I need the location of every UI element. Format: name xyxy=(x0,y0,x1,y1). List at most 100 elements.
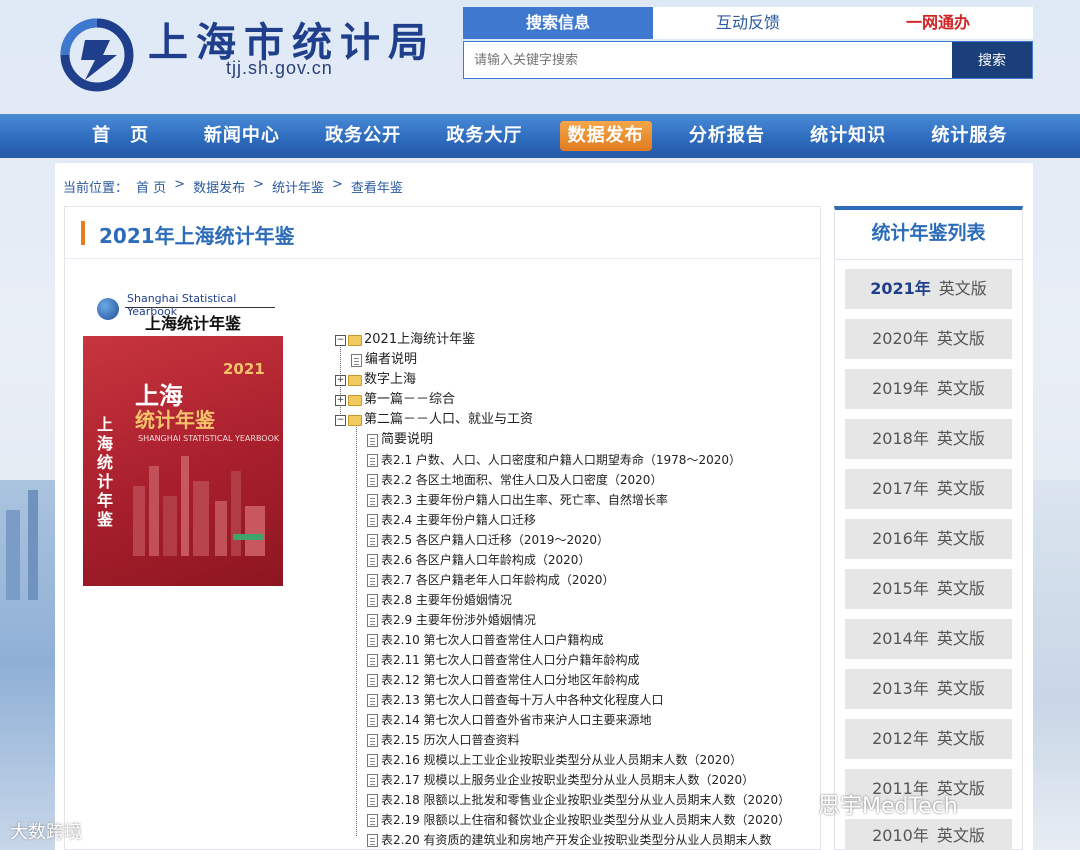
tab-one-network[interactable]: 一网通办 xyxy=(843,7,1033,39)
tree-item-label[interactable]: 表2.11 第七次人口普查常住人口分户籍年龄构成 xyxy=(381,650,640,670)
tree-root-label[interactable]: 2021上海统计年鉴 xyxy=(364,330,475,350)
tree-item[interactable]: 表2.19 限额以上住宿和餐饮业企业按职业类型分从业人员期末人数（2020） xyxy=(367,810,790,830)
tree-item[interactable]: 表2.1 户数、人口、人口密度和户籍人口期望寿命（1978～2020） xyxy=(367,450,741,470)
tree-root[interactable]: − 2021上海统计年鉴 xyxy=(335,330,475,350)
tree-item[interactable]: − 第二篇－－人口、就业与工资 xyxy=(335,410,533,430)
tree-item-label[interactable]: 表2.4 主要年份户籍人口迁移 xyxy=(381,510,536,530)
year-item-2010[interactable]: 2010年 英文版 xyxy=(845,819,1012,850)
nav-item-data-release[interactable]: 数据发布 xyxy=(545,114,666,158)
tab-search-info[interactable]: 搜索信息 xyxy=(463,7,653,39)
tree-item-label[interactable]: 表2.16 规模以上工业企业按职业类型分从业人员期末人数（2020） xyxy=(381,750,742,770)
nav-item-news[interactable]: 新闻中心 xyxy=(181,114,302,158)
tree-item-label[interactable]: 表2.12 第七次人口普查常住人口分地区年龄构成 xyxy=(381,670,640,690)
nav-item-service-hall[interactable]: 政务大厅 xyxy=(424,114,545,158)
tree-item[interactable]: 表2.7 各区户籍老年人口年龄构成（2020） xyxy=(367,570,614,590)
collapse-icon[interactable]: − xyxy=(335,414,346,426)
yearbook-cover-image[interactable]: 上海统计年鉴 2021 上海 统计年鉴 SHANGHAI STATISTICAL… xyxy=(83,336,283,586)
english-version-link[interactable]: 英文版 xyxy=(937,429,985,448)
year-label[interactable]: 2021年 xyxy=(870,279,931,298)
english-version-link[interactable]: 英文版 xyxy=(937,329,985,348)
expand-icon[interactable]: + xyxy=(335,374,346,386)
tree-item-label[interactable]: 简要说明 xyxy=(381,430,433,450)
expand-icon[interactable]: + xyxy=(335,394,346,406)
english-version-link[interactable]: 英文版 xyxy=(937,479,985,498)
nav-item-gov-affairs[interactable]: 政务公开 xyxy=(303,114,424,158)
tree-item-label[interactable]: 表2.15 历次人口普查资料 xyxy=(381,730,520,750)
tree-item[interactable]: + 第一篇－－综合 xyxy=(335,390,455,410)
english-version-link[interactable]: 英文版 xyxy=(937,826,985,845)
tree-item[interactable]: 简要说明 xyxy=(367,430,433,450)
nav-item-services[interactable]: 统计服务 xyxy=(909,114,1030,158)
tree-item-label[interactable]: 表2.9 主要年份涉外婚姻情况 xyxy=(381,610,536,630)
tree-item[interactable]: 表2.3 主要年份户籍人口出生率、死亡率、自然增长率 xyxy=(367,490,668,510)
breadcrumb-view-yearbook[interactable]: 查看年鉴 xyxy=(351,177,403,196)
tree-item-label[interactable]: 第二篇－－人口、就业与工资 xyxy=(364,410,533,430)
tree-item[interactable]: 表2.12 第七次人口普查常住人口分地区年龄构成 xyxy=(367,670,640,690)
tree-item-label[interactable]: 表2.18 限额以上批发和零售业企业按职业类型分从业人员期末人数（2020） xyxy=(381,790,790,810)
year-label[interactable]: 2010年 xyxy=(872,826,929,845)
nav-item-analysis[interactable]: 分析报告 xyxy=(666,114,787,158)
year-label[interactable]: 2015年 xyxy=(872,579,929,598)
tree-item[interactable]: 表2.11 第七次人口普查常住人口分户籍年龄构成 xyxy=(367,650,640,670)
year-item-2018[interactable]: 2018年 英文版 xyxy=(845,419,1012,459)
tree-item[interactable]: 表2.15 历次人口普查资料 xyxy=(367,730,520,750)
english-version-link[interactable]: 英文版 xyxy=(937,579,985,598)
tree-item-label[interactable]: 表2.1 户数、人口、人口密度和户籍人口期望寿命（1978～2020） xyxy=(381,450,741,470)
tree-item[interactable]: 编者说明 xyxy=(351,350,417,370)
english-version-link[interactable]: 英文版 xyxy=(939,279,987,298)
tree-item[interactable]: 表2.8 主要年份婚姻情况 xyxy=(367,590,512,610)
tree-item-label[interactable]: 表2.3 主要年份户籍人口出生率、死亡率、自然增长率 xyxy=(381,490,668,510)
year-label[interactable]: 2013年 xyxy=(872,679,929,698)
year-label[interactable]: 2018年 xyxy=(872,429,929,448)
tree-item-label[interactable]: 表2.7 各区户籍老年人口年龄构成（2020） xyxy=(381,570,614,590)
year-item-2012[interactable]: 2012年 英文版 xyxy=(845,719,1012,759)
nav-item-knowledge[interactable]: 统计知识 xyxy=(788,114,909,158)
english-version-link[interactable]: 英文版 xyxy=(937,379,985,398)
tree-item-label[interactable]: 编者说明 xyxy=(365,350,417,370)
tree-item[interactable]: 表2.4 主要年份户籍人口迁移 xyxy=(367,510,536,530)
tree-item[interactable]: 表2.10 第七次人口普查常住人口户籍构成 xyxy=(367,630,604,650)
year-label[interactable]: 2016年 xyxy=(872,529,929,548)
tree-item[interactable]: 表2.6 各区户籍人口年龄构成（2020） xyxy=(367,550,590,570)
tree-item-label[interactable]: 数字上海 xyxy=(364,370,416,390)
tab-interactive-feedback[interactable]: 互动反馈 xyxy=(653,7,843,39)
tree-item-label[interactable]: 表2.5 各区户籍人口迁移（2019～2020） xyxy=(381,530,609,550)
tree-item[interactable]: 表2.14 第七次人口普查外省市来沪人口主要来源地 xyxy=(367,710,652,730)
tree-item-label[interactable]: 表2.2 各区土地面积、常住人口及人口密度（2020） xyxy=(381,470,662,490)
tree-item-label[interactable]: 表2.6 各区户籍人口年龄构成（2020） xyxy=(381,550,590,570)
year-label[interactable]: 2020年 xyxy=(872,329,929,348)
tree-item-label[interactable]: 表2.19 限额以上住宿和餐饮业企业按职业类型分从业人员期末人数（2020） xyxy=(381,810,790,830)
english-version-link[interactable]: 英文版 xyxy=(937,529,985,548)
tree-item[interactable]: 表2.17 规模以上服务业企业按职业类型分从业人员期末人数（2020） xyxy=(367,770,754,790)
breadcrumb-data-release[interactable]: 数据发布 xyxy=(193,177,245,196)
tree-item-label[interactable]: 表2.8 主要年份婚姻情况 xyxy=(381,590,512,610)
english-version-link[interactable]: 英文版 xyxy=(937,679,985,698)
year-label[interactable]: 2017年 xyxy=(872,479,929,498)
nav-item-home[interactable]: 首 页 xyxy=(60,114,181,158)
year-item-2017[interactable]: 2017年 英文版 xyxy=(845,469,1012,509)
collapse-icon[interactable]: − xyxy=(335,334,346,346)
year-item-2020[interactable]: 2020年 英文版 xyxy=(845,319,1012,359)
tree-item[interactable]: 表2.18 限额以上批发和零售业企业按职业类型分从业人员期末人数（2020） xyxy=(367,790,790,810)
tree-item[interactable]: 表2.9 主要年份涉外婚姻情况 xyxy=(367,610,536,630)
tree-item[interactable]: 表2.13 第七次人口普查每十万人中各种文化程度人口 xyxy=(367,690,664,710)
year-item-2021[interactable]: 2021年 英文版 xyxy=(845,269,1012,309)
english-version-link[interactable]: 英文版 xyxy=(937,729,985,748)
tree-item[interactable]: 表2.2 各区土地面积、常住人口及人口密度（2020） xyxy=(367,470,662,490)
year-item-2013[interactable]: 2013年 英文版 xyxy=(845,669,1012,709)
tree-item-label[interactable]: 表2.14 第七次人口普查外省市来沪人口主要来源地 xyxy=(381,710,652,730)
year-label[interactable]: 2019年 xyxy=(872,379,929,398)
tree-item[interactable]: + 数字上海 xyxy=(335,370,416,390)
tree-item-label[interactable]: 表2.17 规模以上服务业企业按职业类型分从业人员期末人数（2020） xyxy=(381,770,754,790)
search-input[interactable] xyxy=(464,42,952,78)
year-item-2019[interactable]: 2019年 英文版 xyxy=(845,369,1012,409)
tree-item-label[interactable]: 表2.13 第七次人口普查每十万人中各种文化程度人口 xyxy=(381,690,664,710)
tree-item-label[interactable]: 第一篇－－综合 xyxy=(364,390,455,410)
year-item-2016[interactable]: 2016年 英文版 xyxy=(845,519,1012,559)
year-item-2014[interactable]: 2014年 英文版 xyxy=(845,619,1012,659)
tree-item[interactable]: 表2.16 规模以上工业企业按职业类型分从业人员期末人数（2020） xyxy=(367,750,742,770)
year-label[interactable]: 2014年 xyxy=(872,629,929,648)
year-item-2015[interactable]: 2015年 英文版 xyxy=(845,569,1012,609)
tree-item-label[interactable]: 表2.20 有资质的建筑业和房地产开发企业按职业类型分从业人员期末人数 xyxy=(381,830,772,850)
tree-item-label[interactable]: 表2.10 第七次人口普查常住人口户籍构成 xyxy=(381,630,604,650)
